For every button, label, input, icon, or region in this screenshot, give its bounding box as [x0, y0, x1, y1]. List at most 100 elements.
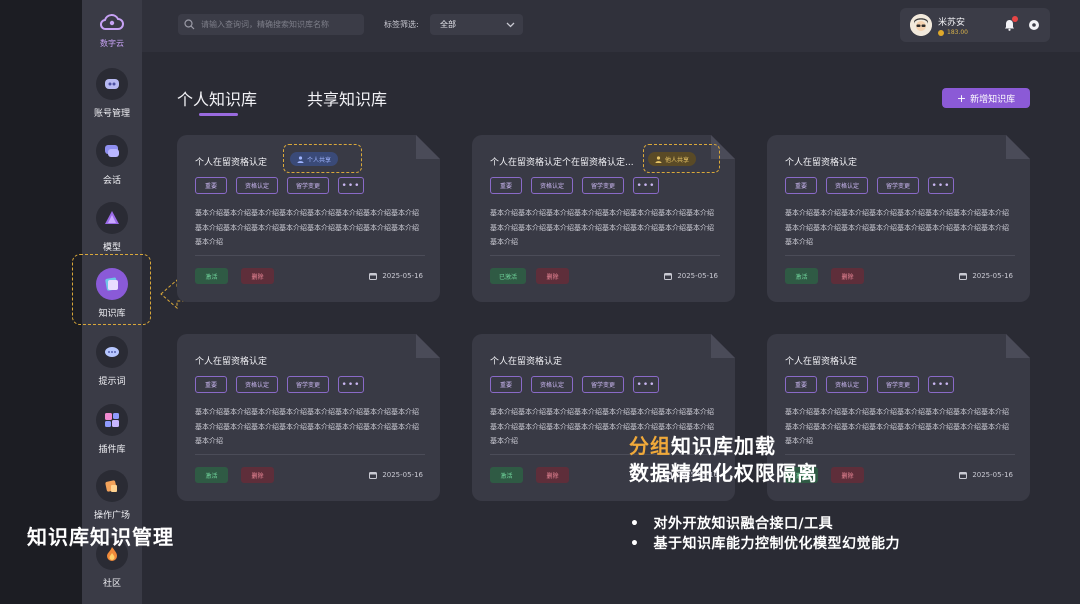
card-description: 基本介绍基本介绍基本介绍基本介绍基本介绍基本介绍基本介绍基本介绍基本介绍基本介绍…	[195, 209, 419, 246]
tag-chip[interactable]: 重要	[195, 376, 227, 393]
more-tags-button[interactable]: •••	[928, 177, 954, 194]
tab-personal[interactable]: 个人知识库	[177, 86, 257, 110]
delete-button[interactable]: 删除	[536, 467, 569, 483]
tag-list: 重要 资格认定 留学变更 •••	[490, 177, 659, 194]
bullet-mark: •	[630, 536, 640, 552]
knowledge-card[interactable]: 个人在留资格认定 重要 资格认定 留学变更 ••• 基本介绍基本介绍基本介绍基本…	[767, 135, 1030, 302]
activate-button[interactable]: 激活	[195, 268, 228, 284]
chat-icon	[96, 135, 128, 167]
card-title: 个人在留资格认定个在留资格认定...	[490, 158, 634, 168]
app-logo[interactable]: 数字云	[82, 12, 142, 49]
search-icon	[184, 19, 195, 30]
sidebar-item-label: 模型	[102, 243, 121, 253]
search-box[interactable]	[178, 14, 364, 35]
card-fold	[711, 334, 735, 358]
tag-chip[interactable]: 留学变更	[877, 177, 919, 194]
sidebar-item-chat[interactable]: 会话	[82, 135, 142, 186]
card-title: 个人在留资格认定	[785, 357, 858, 367]
tag-chip[interactable]: 资格认定	[826, 376, 868, 393]
tag-chip[interactable]: 资格认定	[531, 177, 573, 194]
delete-button[interactable]: 删除	[241, 467, 274, 483]
tag-chip[interactable]: 资格认定	[531, 376, 573, 393]
delete-button[interactable]: 删除	[536, 268, 569, 284]
gear-icon[interactable]	[1028, 19, 1040, 31]
delete-button[interactable]: 删除	[831, 467, 864, 483]
tag-chip[interactable]: 资格认定	[236, 177, 278, 194]
activate-button[interactable]: 激活	[785, 268, 818, 284]
card-date: 2025-05-16	[664, 272, 718, 280]
plus-icon: +	[956, 91, 967, 105]
sidebar-item-label: 操作广场	[93, 511, 130, 521]
card-title: 个人在留资格认定	[195, 357, 268, 367]
sidebar-item-plaza[interactable]: 操作广场	[82, 470, 142, 521]
tag-chip[interactable]: 重要	[785, 177, 817, 194]
add-knowledge-button[interactable]: + 新增知识库	[942, 88, 1030, 108]
sidebar-item-label: 账号管理	[93, 109, 130, 119]
sidebar-item-label: 插件库	[98, 445, 126, 455]
card-title: 个人在留资格认定	[785, 158, 858, 168]
add-knowledge-label: 新增知识库	[970, 94, 1016, 105]
card-description: 基本介绍基本介绍基本介绍基本介绍基本介绍基本介绍基本介绍基本介绍基本介绍基本介绍…	[785, 408, 1009, 445]
delete-button[interactable]: 删除	[241, 268, 274, 284]
sidebar-item-account[interactable]: 账号管理	[82, 68, 142, 119]
avatar[interactable]	[910, 14, 932, 36]
tag-chip[interactable]: 留学变更	[287, 177, 329, 194]
sidebar-item-label: 提示词	[98, 377, 126, 387]
bullet-mark: •	[630, 516, 640, 532]
divider	[490, 255, 720, 256]
search-input[interactable]	[201, 20, 361, 29]
active-tab-indicator	[199, 113, 238, 116]
tag-chip[interactable]: 留学变更	[582, 376, 624, 393]
coin-icon	[938, 29, 944, 36]
divider	[195, 255, 425, 256]
sidebar-item-prompt[interactable]: 提示词	[82, 336, 142, 387]
more-tags-button[interactable]: •••	[633, 177, 659, 194]
tag-chip[interactable]: 资格认定	[236, 376, 278, 393]
share-badge-highlight	[283, 144, 362, 173]
card-description: 基本介绍基本介绍基本介绍基本介绍基本介绍基本介绍基本介绍基本介绍基本介绍基本介绍…	[195, 408, 419, 445]
card-fold	[416, 334, 440, 358]
left-caption: 知识库知识管理	[27, 525, 174, 549]
card-fold	[416, 135, 440, 159]
card-description: 基本介绍基本介绍基本介绍基本介绍基本介绍基本介绍基本介绍基本介绍基本介绍基本介绍…	[490, 209, 714, 246]
more-tags-button[interactable]: •••	[338, 376, 364, 393]
logo-text: 数字云	[100, 39, 124, 48]
knowledge-card[interactable]: 个人在留资格认定 重要 资格认定 留学变更 ••• 基本介绍基本介绍基本介绍基本…	[177, 334, 440, 501]
activate-button[interactable]: 激活	[195, 467, 228, 483]
more-tags-button[interactable]: •••	[338, 177, 364, 194]
tag-chip[interactable]: 资格认定	[826, 177, 868, 194]
more-tags-button[interactable]: •••	[633, 376, 659, 393]
card-date: 2025-05-16	[959, 471, 1013, 479]
sidebar-item-plugin[interactable]: 插件库	[82, 404, 142, 455]
tag-chip[interactable]: 重要	[490, 177, 522, 194]
heading-accent: 分组	[629, 434, 671, 458]
tag-chip[interactable]: 留学变更	[582, 177, 624, 194]
more-tags-button[interactable]: •••	[928, 376, 954, 393]
user-points: 183.00	[938, 29, 968, 36]
share-badge-highlight	[643, 144, 720, 173]
tag-chip[interactable]: 留学变更	[287, 376, 329, 393]
tag-chip[interactable]: 重要	[195, 177, 227, 194]
tag-filter-select[interactable]: 全部	[430, 14, 523, 35]
tag-chip[interactable]: 留学变更	[877, 376, 919, 393]
card-date: 2025-05-16	[959, 272, 1013, 280]
calendar-icon	[369, 272, 377, 280]
card-description: 基本介绍基本介绍基本介绍基本介绍基本介绍基本介绍基本介绍基本介绍基本介绍基本介绍…	[785, 209, 1009, 246]
activate-button[interactable]: 激活	[490, 467, 523, 483]
delete-button[interactable]: 删除	[831, 268, 864, 284]
left-backdrop	[0, 0, 82, 604]
account-icon	[96, 68, 128, 100]
card-title: 个人在留资格认定	[195, 158, 268, 168]
chevron-down-icon	[506, 22, 515, 27]
calendar-icon	[369, 471, 377, 479]
plugin-icon	[96, 404, 128, 436]
sidebar-item-model[interactable]: 模型	[82, 202, 142, 253]
tab-shared[interactable]: 共享知识库	[307, 86, 387, 110]
activated-status[interactable]: 已激活	[490, 268, 526, 284]
tag-chip[interactable]: 重要	[490, 376, 522, 393]
tag-chip[interactable]: 重要	[785, 376, 817, 393]
bullet-item: • 基于知识库能力控制优化模型幻觉能力	[630, 536, 900, 552]
sidebar-item-label: 社区	[102, 579, 121, 589]
sidebar-item-label: 会话	[102, 176, 121, 186]
divider	[195, 454, 425, 455]
